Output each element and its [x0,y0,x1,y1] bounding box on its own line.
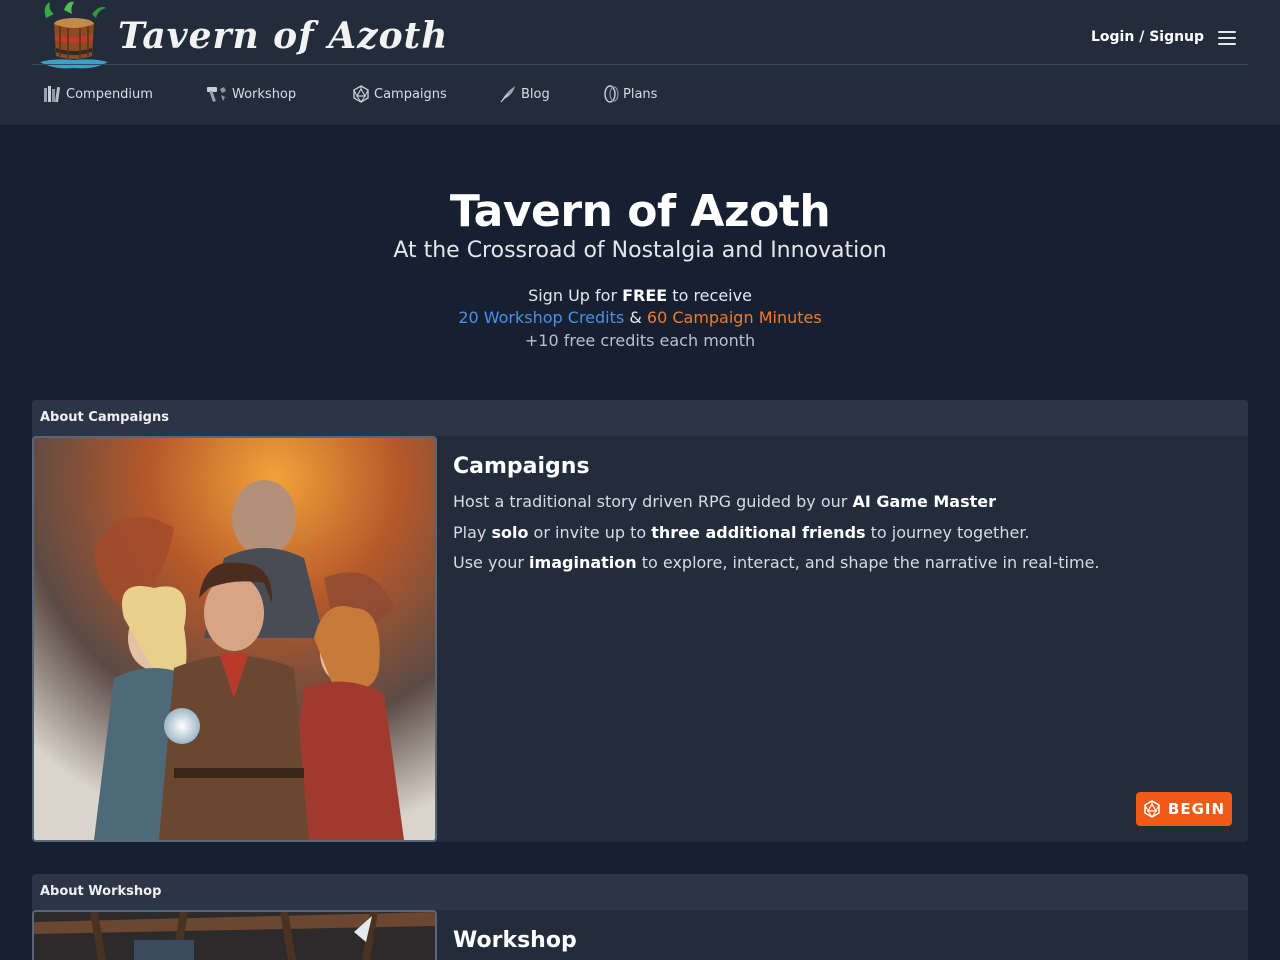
barrel-logo[interactable] [34,0,114,70]
campaigns-line2-pre: Play [453,523,492,542]
campaigns-illustration [32,436,437,842]
monthly-credits: +10 free credits each month [524,331,756,350]
campaigns-line1-bold: AI Game Master [852,492,996,511]
hamburger-menu-icon[interactable] [1216,28,1238,48]
campaigns-line1-pre: Host a traditional story driven RPG guid… [453,492,853,511]
campaigns-description-3: Use your imagination to explore, interac… [453,553,1100,572]
coins-icon [604,85,619,103]
workshop-title: Workshop [453,928,577,953]
login-signup-link[interactable]: Login / Signup [1091,29,1204,45]
d20-icon [1144,800,1160,818]
campaigns-line3-pre: Use your [453,553,530,572]
nav-campaigns[interactable]: Campaigns [352,84,447,104]
nav-campaigns-label: Campaigns [374,86,447,102]
nav-workshop[interactable]: Workshop [206,84,296,104]
begin-button-label: BEGIN [1167,800,1226,818]
begin-button[interactable]: BEGIN [1136,792,1232,826]
quill-icon [500,86,515,103]
nav-compendium-label: Compendium [66,86,153,102]
signup-offer-post: to receive [667,286,752,305]
signup-credits: 20 Workshop Credits & 60 Campaign Minute… [0,308,1280,327]
site-header: Tavern of Azoth Login / Signup Compendiu… [0,0,1280,125]
campaigns-line2-bold1: solo [491,523,529,542]
header-divider [32,64,1248,65]
nav-plans-label: Plans [623,86,658,102]
signup-offer: Sign Up for FREE to receive [0,286,1280,305]
d20-icon [353,85,369,103]
campaigns-description-1: Host a traditional story driven RPG guid… [453,492,996,511]
campaigns-card-header: About Campaigns [32,400,1248,436]
nav-compendium[interactable]: Compendium [43,84,153,104]
campaigns-title: Campaigns [453,454,590,479]
credits-ampersand: & [624,308,647,327]
workshop-credits-text: 20 Workshop Credits [458,308,625,327]
brand-name[interactable]: Tavern of Azoth [118,15,448,57]
hero-subtitle: At the Crossroad of Nostalgia and Innova… [393,238,887,263]
campaigns-line3-bold: imagination [529,553,637,572]
hero-title: Tavern of Azoth [449,186,831,237]
signup-offer-pre: Sign Up for [528,286,623,305]
campaigns-description-2: Play solo or invite up to three addition… [453,523,1030,542]
workshop-card: About Workshop Workshop [32,874,1248,960]
nav-plans[interactable]: Plans [604,84,657,104]
nav-blog-label: Blog [521,86,550,102]
workshop-illustration [32,910,437,960]
signup-offer-free: FREE [622,286,668,305]
campaigns-card: About Campaigns Campaigns Host a traditi… [32,400,1248,842]
campaigns-line2-post: to journey together. [865,523,1030,542]
campaign-minutes-text: 60 Campaign Minutes [646,308,822,327]
campaigns-line2-bold2: three additional friends [651,523,866,542]
campaigns-line2-mid: or invite up to [528,523,652,542]
hammer-icon [207,87,226,102]
nav-workshop-label: Workshop [232,86,297,102]
campaigns-line3-post: to explore, interact, and shape the narr… [636,553,1100,572]
books-icon [44,86,61,103]
workshop-card-header: About Workshop [32,874,1248,910]
nav-blog[interactable]: Blog [499,84,550,104]
